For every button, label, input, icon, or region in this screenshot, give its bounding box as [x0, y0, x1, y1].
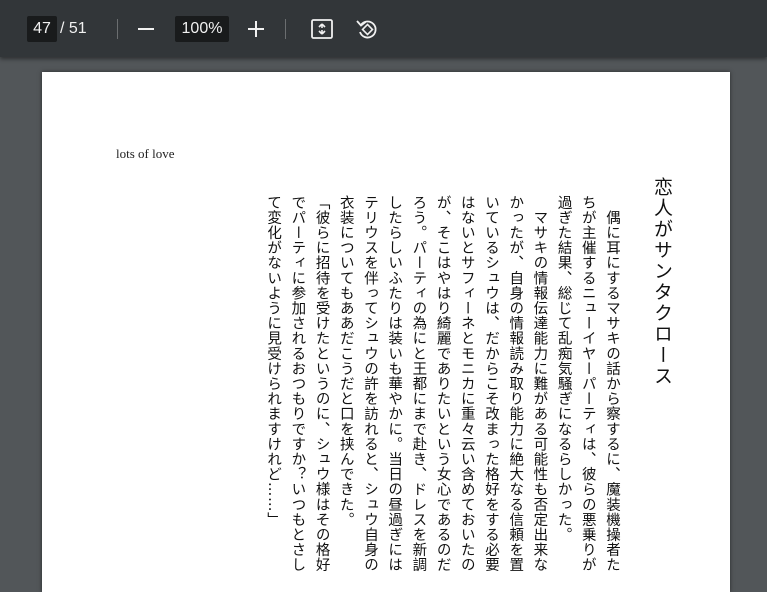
pdf-page: lots of love 恋人がサンタクロース 偶に耳にするマサキの話から察する… — [42, 72, 730, 592]
zoom-level-value: 100% — [181, 20, 223, 37]
fit-to-page-icon — [311, 19, 333, 39]
minus-icon — [138, 28, 154, 30]
pdf-toolbar: 47 / 51 100% — [0, 0, 767, 57]
body-text: 偶に耳にするマサキの話から察するに、魔装機操者たちが主催するニューイヤーパーティ… — [265, 195, 620, 573]
plus-icon — [248, 21, 264, 37]
rotate-counterclockwise-icon — [356, 20, 377, 39]
chapter-title: 恋人がサンタクロース — [651, 177, 673, 387]
running-header: lots of love — [116, 146, 175, 161]
document-viewer[interactable]: lots of love 恋人がサンタクロース 偶に耳にするマサキの話から察する… — [0, 57, 767, 592]
zoom-level-input[interactable]: 100% — [175, 16, 229, 42]
zoom-out-button[interactable] — [132, 15, 160, 43]
total-pages-label: / 51 — [60, 20, 87, 37]
current-page-input[interactable]: 47 — [27, 16, 57, 42]
zoom-in-button[interactable] — [242, 15, 270, 43]
rotate-button[interactable] — [352, 14, 382, 44]
toolbar-divider — [285, 19, 286, 39]
current-page-value: 47 — [33, 20, 51, 37]
toolbar-divider — [117, 19, 118, 39]
fit-to-page-button[interactable] — [307, 14, 337, 44]
